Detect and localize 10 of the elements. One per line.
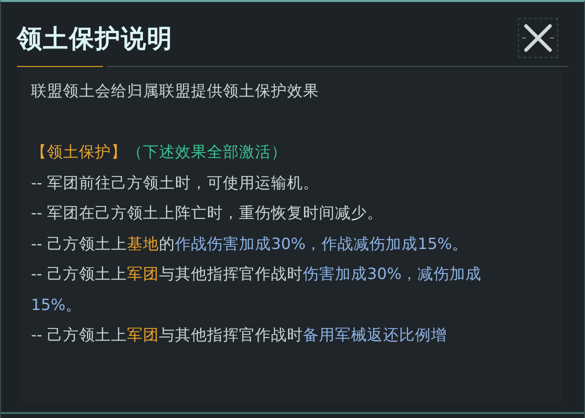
- effect-text: -- 军团前往己方领土时，可使用运输机。: [31, 172, 320, 194]
- effect-text: -- 军团在己方领土上阵亡时，重伤恢复时间减少。: [31, 203, 384, 224]
- effect-text: -- 己方领土上军团与其他指挥官作战时伤害加成30%，减伤加成15%。: [31, 264, 483, 316]
- section-heading: 【领土保护】: [31, 143, 127, 161]
- dialog-title: 领土保护说明: [17, 22, 173, 54]
- close-button[interactable]: [518, 18, 558, 58]
- effect-text: -- 己方领土上军团与其他指挥官作战时备用军械返还比例增: [31, 325, 448, 346]
- effect-text: -- 己方领土上基地的作战伤害加成30%，作战减伤加成15%。: [31, 234, 470, 254]
- intro-text: 联盟领土会给归属联盟提供领土保护效果: [31, 81, 320, 102]
- section-note: （下述效果全部激活）: [127, 143, 287, 161]
